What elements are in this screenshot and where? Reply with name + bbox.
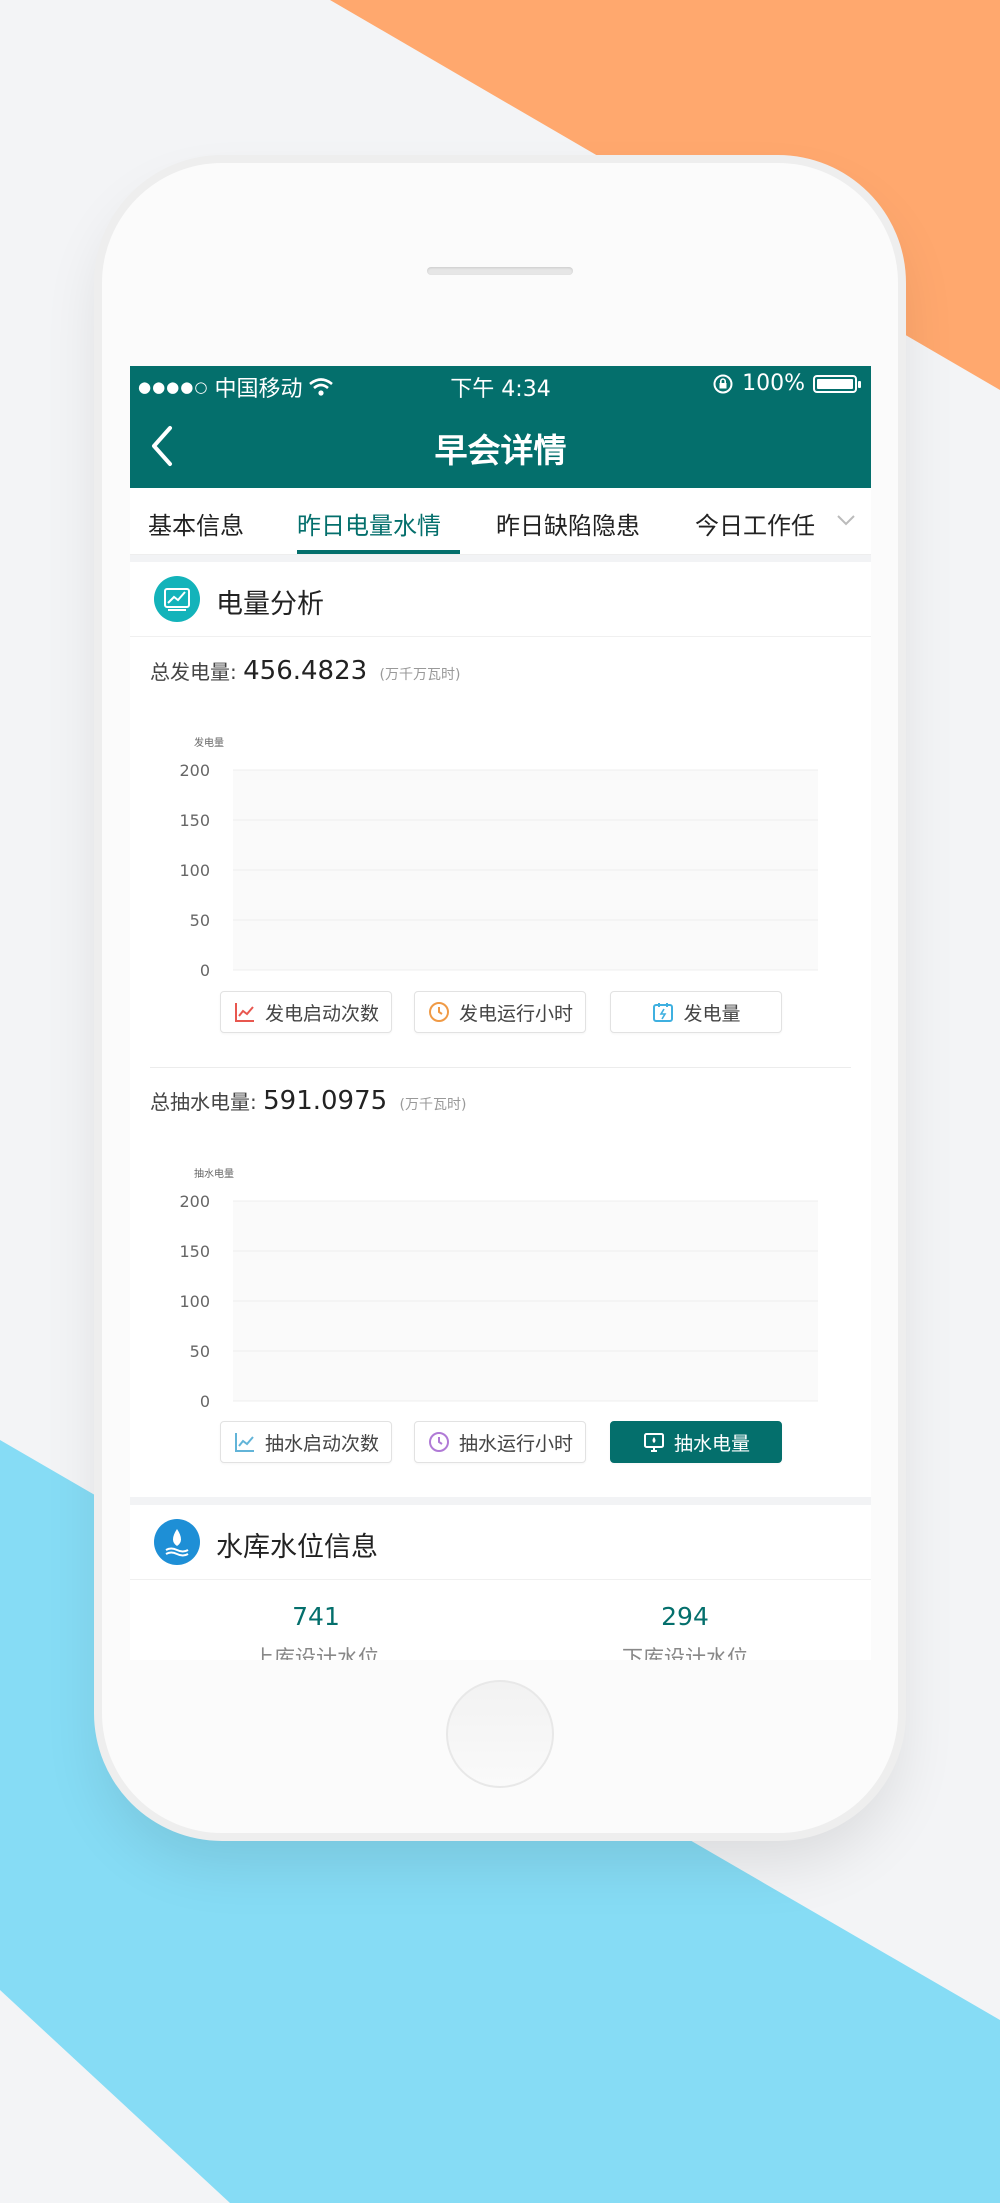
generation-power-button[interactable]: 发电量 [610,991,782,1033]
y-tick-label: 150 [179,1242,210,1261]
total-pumping-value: 591.0975 [263,1086,388,1116]
generation-bar-chart: 发电量050100150200#1机组#2机组#3机组#4机组 [179,736,818,980]
y-tick-label: 0 [200,1392,210,1411]
active-tab-indicator [297,550,460,554]
y-tick-label: 100 [179,861,210,880]
nav-bar: 早会详情 [130,404,871,488]
tab-yesterday-power-water[interactable]: 昨日电量水情 [297,506,441,541]
total-generation-value: 456.4823 [243,656,368,686]
water-level-header: 水库水位信息 [130,1505,871,1580]
y-axis-label: 发电量 [194,736,224,749]
clock-refresh-icon [428,1002,449,1022]
y-tick-label: 100 [179,1292,210,1311]
power-analysis-header: 电量分析 [130,562,871,637]
calendar-power-icon [653,1003,674,1022]
tab-basic-info[interactable]: 基本信息 [148,506,244,541]
tab-today-tasks[interactable]: 今日工作任 [695,506,815,541]
y-tick-label: 150 [179,811,210,830]
generation-start-count-button[interactable]: 发电启动次数 [220,991,392,1033]
total-generation: 总发电量: 456.4823 (万千万瓦时) [150,656,460,686]
chart-analysis-icon [154,576,200,622]
status-bar: ●●●●○ 中国移动 下午 4:34 100% [130,366,871,404]
clock-refresh-icon [428,1432,449,1452]
upper-reservoir-value: 741 [292,1602,340,1631]
tab-yesterday-defects[interactable]: 昨日缺陷隐患 [496,506,640,541]
y-tick-label: 50 [190,911,210,930]
upper-reservoir-label: 上库设计水位 [253,1646,379,1660]
pumping-run-hours-button[interactable]: 抽水运行小时 [414,1421,586,1463]
total-pumping-unit: (万千瓦时) [399,1097,467,1113]
rotation-lock-icon [713,374,733,393]
button-label: 发电启动次数 [264,1002,379,1025]
battery-icon [813,374,861,393]
lower-reservoir-label: 下库设计水位 [622,1646,748,1660]
lower-reservoir-value: 294 [661,1602,709,1631]
chevron-down-icon[interactable] [835,510,857,530]
home-button[interactable] [446,1680,554,1788]
pumping-power-button[interactable]: 抽水电量 [610,1421,782,1463]
line-chart-icon [234,1003,254,1022]
pumping-bar-chart: 抽水电量050100150200#1机组#2机组#3机组#4机组 [179,1167,818,1411]
app-screen: ●●●●○ 中国移动 下午 4:34 100% 早会详情 基本信息 昨日电量水情… [130,366,871,1660]
tab-bar: 基本信息 昨日电量水情 昨日缺陷隐患 今日工作任 [130,488,871,555]
button-label: 抽水运行小时 [458,1432,573,1455]
battery-percent: 100% [742,371,805,396]
total-pumping: 总抽水电量: 591.0975 (万千瓦时) [150,1086,466,1116]
button-label: 发电量 [683,1002,741,1025]
y-tick-label: 200 [179,761,210,780]
button-label: 发电运行小时 [458,1002,573,1025]
total-generation-unit: (万千万瓦时) [379,667,461,683]
button-label: 抽水启动次数 [264,1432,379,1455]
section-title: 水库水位信息 [216,1532,378,1563]
pumping-start-count-button[interactable]: 抽水启动次数 [220,1421,392,1463]
page-title: 早会详情 [434,431,567,470]
y-tick-label: 200 [179,1192,210,1211]
generation-run-hours-button[interactable]: 发电运行小时 [414,991,586,1033]
line-chart-icon [234,1433,254,1452]
water-drop-icon [154,1519,200,1565]
section-title: 电量分析 [216,589,324,620]
y-tick-label: 50 [190,1342,210,1361]
y-tick-label: 0 [200,961,210,980]
button-label: 抽水电量 [673,1432,750,1455]
divider [150,1067,851,1068]
total-pumping-label: 总抽水电量: [150,1090,257,1114]
y-axis-label: 抽水电量 [194,1167,234,1180]
total-generation-label: 总发电量: [150,660,237,684]
phone-speaker [427,267,573,275]
monitor-drop-icon [643,1433,664,1452]
